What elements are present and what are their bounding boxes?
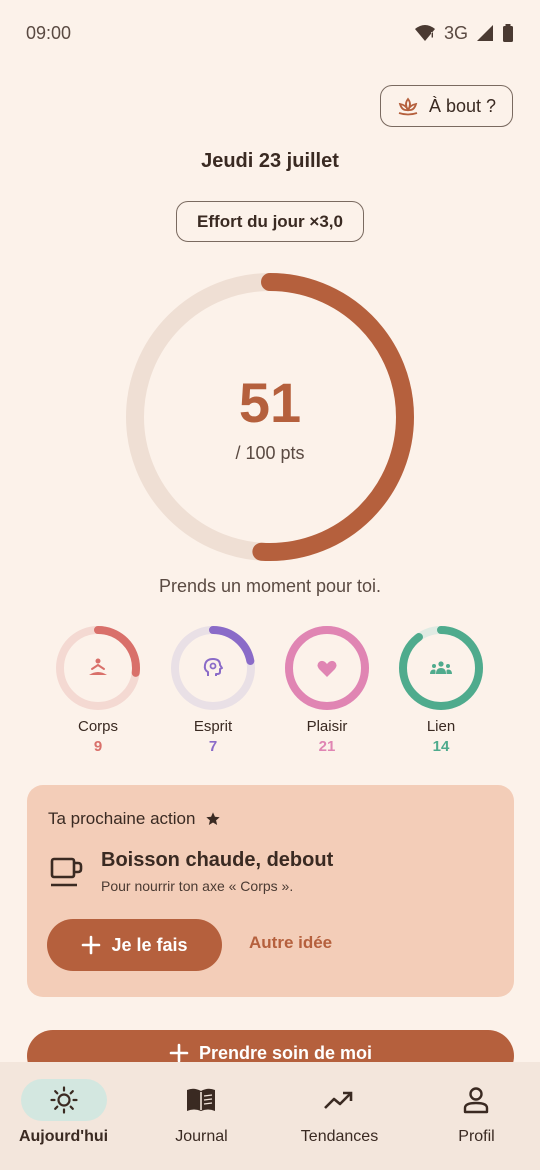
- status-time: 09:00: [26, 22, 72, 43]
- signal-icon: [477, 25, 493, 41]
- axis-lien[interactable]: Lien 14: [391, 624, 491, 755]
- nav-journal[interactable]: Journal: [134, 1062, 269, 1170]
- battery-icon: [503, 24, 513, 42]
- axes-row: Corps 9 Esprit 7 Plaisir 21 Lien 14: [0, 624, 540, 764]
- cup-icon: [50, 857, 83, 887]
- book-icon: [187, 1088, 215, 1111]
- nav-label: Profil: [458, 1128, 495, 1145]
- next-action-card: Ta prochaine action Boisson chaude, debo…: [27, 785, 514, 997]
- meditation-icon: [89, 658, 107, 675]
- do-it-button[interactable]: Je le fais: [47, 919, 222, 971]
- other-idea-link[interactable]: Autre idée: [249, 933, 332, 953]
- trending-icon: [324, 1091, 353, 1109]
- axis-esprit[interactable]: Esprit 7: [163, 624, 263, 755]
- sun-icon: [50, 1086, 78, 1114]
- brain-icon: [203, 658, 223, 676]
- effort-label: Effort du jour ×3,0: [197, 211, 343, 231]
- effort-button[interactable]: Effort du jour ×3,0: [176, 201, 364, 242]
- encouragement-text: Prends un moment pour toi.: [158, 576, 382, 596]
- axis-label: Lien: [426, 718, 456, 735]
- nav-label: Aujourd'hui: [18, 1128, 109, 1145]
- action-title: Boisson chaude, debout: [101, 849, 334, 871]
- nav-profile[interactable]: Profil: [409, 1062, 540, 1170]
- plus-icon: [82, 935, 101, 955]
- abort-label: À bout ?: [428, 95, 497, 116]
- nav-today[interactable]: Aujourd'hui: [0, 1062, 135, 1170]
- plus-icon: [169, 1043, 189, 1063]
- axis-value: 21: [318, 738, 336, 755]
- axis-corps[interactable]: Corps 9: [48, 624, 148, 755]
- axis-label: Corps: [77, 718, 118, 735]
- lotus-icon: [398, 97, 418, 116]
- axis-plaisir[interactable]: Plaisir 21: [277, 624, 377, 755]
- score-ring: 51 / 100 pts: [124, 271, 416, 563]
- group-icon: [430, 661, 452, 674]
- network-label: 3G: [443, 22, 468, 43]
- bottom-nav: Aujourd'hui Journal Tendances Profil: [0, 1062, 540, 1170]
- score-value: 51: [238, 371, 302, 434]
- heart-icon: [317, 660, 337, 677]
- axis-value: 14: [432, 738, 450, 755]
- status-icons: 3G: [414, 23, 514, 44]
- nav-label: Journal: [175, 1128, 228, 1145]
- axis-value: 9: [93, 738, 103, 755]
- action-subtitle: Pour nourrir ton axe « Corps ».: [101, 878, 294, 894]
- abort-button[interactable]: À bout ?: [380, 85, 513, 127]
- wifi-icon: [414, 25, 435, 41]
- score-max: / 100 pts: [235, 443, 305, 463]
- nav-trends[interactable]: Tendances: [272, 1062, 407, 1170]
- star-icon: [206, 812, 221, 825]
- axis-label: Plaisir: [306, 718, 348, 735]
- nav-label: Tendances: [300, 1128, 379, 1145]
- take-care-label: Prendre soin de moi: [198, 1043, 373, 1063]
- page-title: Jeudi 23 juillet: [201, 150, 339, 172]
- next-action-header: Ta prochaine action: [48, 809, 221, 829]
- axis-label: Esprit: [193, 718, 233, 735]
- next-action-heading: Ta prochaine action: [48, 809, 196, 828]
- do-it-label: Je le fais: [111, 934, 188, 955]
- axis-value: 7: [208, 738, 218, 755]
- status-bar: 09:00 3G: [0, 0, 540, 66]
- person-icon: [463, 1087, 489, 1114]
